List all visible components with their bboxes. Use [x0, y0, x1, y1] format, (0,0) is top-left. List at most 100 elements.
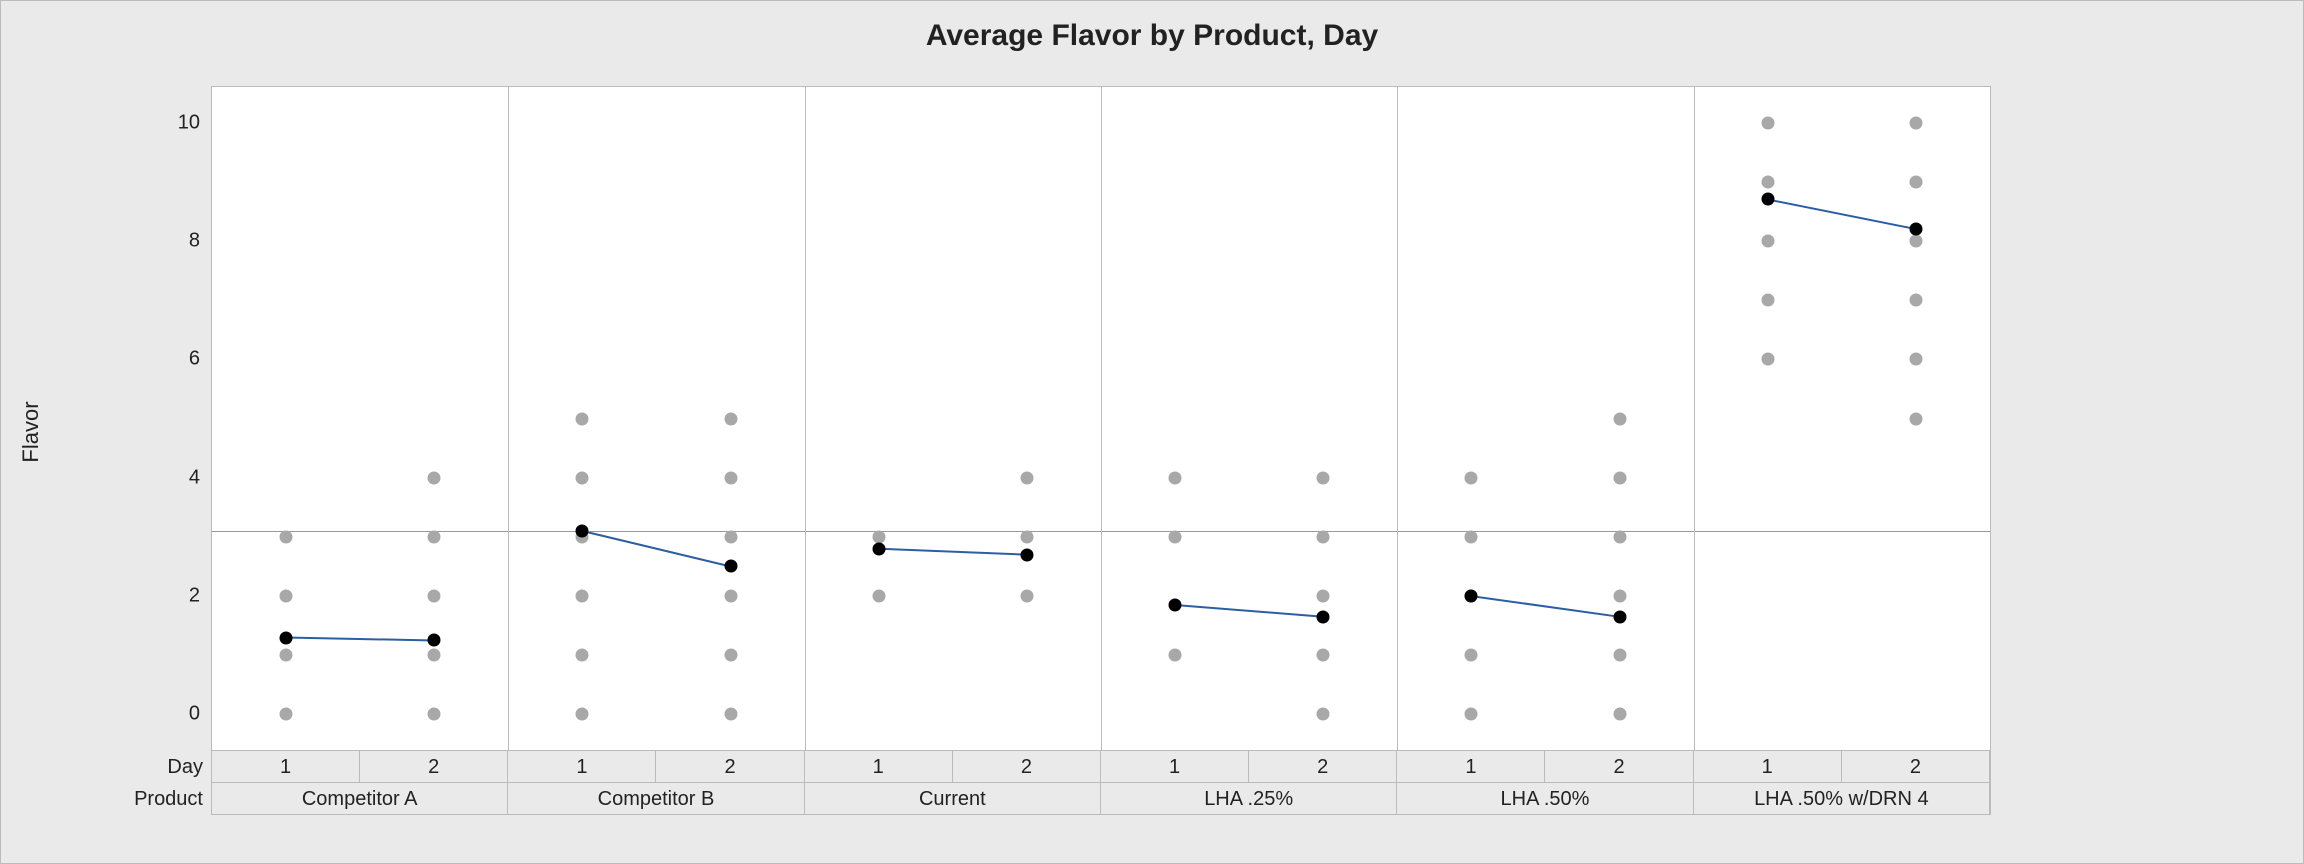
data-point [1317, 708, 1330, 721]
panel-separator [1694, 87, 1695, 750]
data-point [1761, 175, 1774, 188]
data-point [872, 590, 885, 603]
data-point [280, 530, 293, 543]
mean-point [1909, 223, 1922, 236]
data-point [428, 649, 441, 662]
data-point [1317, 649, 1330, 662]
mean-point [1613, 610, 1626, 623]
x-tick-day: 1 [805, 751, 953, 782]
x-tick-day: 1 [1101, 751, 1249, 782]
data-point [724, 590, 737, 603]
data-point [1761, 116, 1774, 129]
mean-point [1020, 548, 1033, 561]
data-point [576, 471, 589, 484]
y-tick-label: 4 [189, 466, 200, 489]
data-point [1020, 590, 1033, 603]
x-row-label-product: Product [83, 783, 203, 815]
y-tick-label: 6 [189, 348, 200, 371]
data-point [1465, 471, 1478, 484]
x-tick-day: 2 [1842, 751, 1990, 782]
mean-point [1317, 610, 1330, 623]
mean-point [576, 524, 589, 537]
data-point [724, 649, 737, 662]
data-point [1465, 708, 1478, 721]
data-point [1020, 471, 1033, 484]
x-tick-product: LHA .50% [1397, 783, 1693, 814]
data-point [280, 708, 293, 721]
x-tick-product: LHA .25% [1101, 783, 1397, 814]
y-tick-label: 10 [178, 111, 200, 134]
x-row-label-day: Day [83, 751, 203, 783]
data-point [1317, 471, 1330, 484]
plot-area: 0246810 [211, 86, 1991, 751]
data-point [1909, 412, 1922, 425]
data-point [576, 708, 589, 721]
data-point [1613, 649, 1626, 662]
mean-point [1169, 598, 1182, 611]
panel-separator [1397, 87, 1398, 750]
data-point [1909, 234, 1922, 247]
data-point [576, 649, 589, 662]
y-tick-label: 2 [189, 585, 200, 608]
data-point [1613, 708, 1626, 721]
panel-separator [508, 87, 509, 750]
mean-point [428, 634, 441, 647]
mean-point [1465, 590, 1478, 603]
x-tick-day: 1 [1397, 751, 1545, 782]
y-axis-label: Flavor [18, 401, 44, 462]
data-point [1613, 471, 1626, 484]
data-point [1613, 530, 1626, 543]
data-point [724, 412, 737, 425]
x-tick-product: Current [805, 783, 1101, 814]
data-point [1020, 530, 1033, 543]
data-point [576, 590, 589, 603]
data-point [1465, 649, 1478, 662]
data-point [1909, 353, 1922, 366]
chart-title: Average Flavor by Product, Day [1, 19, 2303, 53]
x-tick-day: 2 [657, 751, 805, 782]
data-point [1169, 471, 1182, 484]
x-axis-day-row: 121212121212 [211, 751, 1991, 783]
chart-container: Average Flavor by Product, Day Flavor 02… [0, 0, 2304, 864]
x-tick-day: 1 [508, 751, 656, 782]
data-point [724, 530, 737, 543]
data-point [1317, 530, 1330, 543]
panel-separator [1101, 87, 1102, 750]
data-point [1909, 175, 1922, 188]
data-point [724, 708, 737, 721]
x-tick-day: 2 [1546, 751, 1694, 782]
data-point [280, 649, 293, 662]
mean-point [724, 560, 737, 573]
data-point [1761, 353, 1774, 366]
data-point [724, 471, 737, 484]
data-point [1317, 590, 1330, 603]
data-point [280, 590, 293, 603]
data-point [1909, 294, 1922, 307]
data-point [428, 708, 441, 721]
data-point [1909, 116, 1922, 129]
data-point [1169, 649, 1182, 662]
data-point [428, 471, 441, 484]
data-point [428, 590, 441, 603]
x-tick-product: Competitor A [212, 783, 508, 814]
mean-point [872, 542, 885, 555]
data-point [1169, 530, 1182, 543]
data-point [1465, 530, 1478, 543]
x-tick-day: 1 [212, 751, 360, 782]
data-point [576, 412, 589, 425]
panel-separator [805, 87, 806, 750]
data-point [1761, 234, 1774, 247]
y-tick-label: 0 [189, 703, 200, 726]
x-tick-day: 2 [360, 751, 508, 782]
x-tick-product: LHA .50% w/DRN 4 [1694, 783, 1990, 814]
mean-point [280, 631, 293, 644]
x-tick-product: Competitor B [508, 783, 804, 814]
data-point [428, 530, 441, 543]
data-point [1761, 294, 1774, 307]
mean-point [1761, 193, 1774, 206]
x-axis-product-row: Competitor ACompetitor BCurrentLHA .25%L… [211, 783, 1991, 815]
data-point [1613, 412, 1626, 425]
y-tick-label: 8 [189, 229, 200, 252]
x-tick-day: 2 [953, 751, 1101, 782]
x-tick-day: 2 [1249, 751, 1397, 782]
